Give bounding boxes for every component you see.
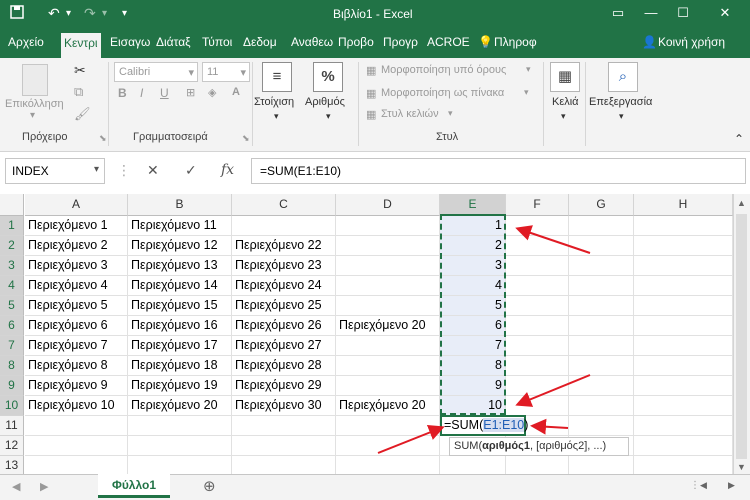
- arrow-to-formula: [377, 424, 445, 454]
- annotation-arrows: [377, 225, 591, 454]
- arrow-to-e10: [515, 374, 591, 407]
- arrow-to-e1: [515, 225, 591, 254]
- arrow-to-range: [530, 418, 569, 435]
